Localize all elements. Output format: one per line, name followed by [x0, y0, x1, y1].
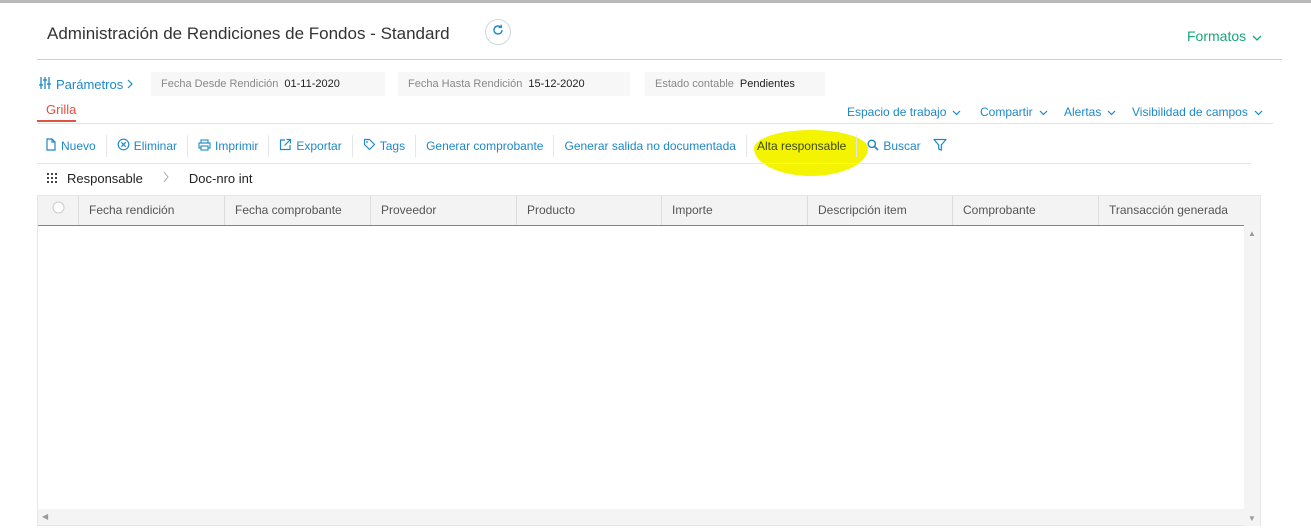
- generar-salida-label: Generar salida no documentada: [564, 139, 736, 153]
- filter-fecha-desde[interactable]: Fecha Desde Rendición 01-11-2020: [151, 72, 385, 96]
- select-all-checkbox[interactable]: [38, 196, 79, 225]
- nuevo-button[interactable]: Nuevo: [37, 135, 107, 157]
- tags-button[interactable]: Tags: [353, 135, 417, 157]
- filter-value: 01-11-2020: [284, 78, 340, 90]
- menu-label: Espacio de trabajo: [847, 105, 947, 119]
- eliminar-button[interactable]: Eliminar: [107, 135, 189, 157]
- column-header[interactable]: Descripción item: [808, 196, 953, 225]
- filter-value: Pendientes: [739, 78, 795, 90]
- chevron-right-icon: [163, 171, 169, 186]
- imprimir-button[interactable]: Imprimir: [188, 135, 270, 157]
- grid-header: Fecha rendición Fecha comprobante Provee…: [38, 196, 1260, 226]
- alta-responsable-button[interactable]: Alta responsable: [747, 135, 858, 157]
- vertical-scrollbar[interactable]: ▲ ▼: [1244, 225, 1260, 526]
- active-tab-indicator: [37, 120, 76, 122]
- sliders-icon: [38, 76, 52, 93]
- page-title: Administración de Rendiciones de Fondos …: [47, 24, 450, 43]
- scroll-down-icon[interactable]: ▼: [1248, 514, 1256, 523]
- alta-responsable-label: Alta responsable: [756, 139, 847, 153]
- menu-visibilidad-de-campos[interactable]: Visibilidad de campos: [1132, 105, 1263, 119]
- data-grid: Fecha rendición Fecha comprobante Provee…: [37, 195, 1261, 526]
- chevron-down-icon: [1039, 105, 1048, 119]
- toolbar: Nuevo Eliminar Imprimir Exportar Tags Ge…: [37, 134, 957, 158]
- radio-circle-icon: [52, 196, 65, 225]
- menu-compartir[interactable]: Compartir: [980, 105, 1048, 119]
- menu-label: Compartir: [980, 105, 1033, 119]
- group-by-bar: Responsable Doc-nro int: [47, 171, 252, 186]
- toolbar-divider: [37, 163, 1251, 164]
- eliminar-label: Eliminar: [133, 139, 178, 153]
- exportar-label: Exportar: [296, 139, 342, 153]
- horizontal-scrollbar[interactable]: ◀: [38, 509, 1244, 525]
- generar-comprobante-label: Generar comprobante: [426, 139, 544, 153]
- group-item-doc-nro-int[interactable]: Doc-nro int: [189, 171, 253, 186]
- scroll-left-icon[interactable]: ◀: [42, 512, 48, 521]
- buscar-label: Buscar: [883, 139, 921, 153]
- filter-value: 15-12-2020: [528, 78, 585, 90]
- printer-icon: [198, 138, 211, 154]
- chevron-right-icon: [127, 77, 134, 92]
- formatos-dropdown[interactable]: Formatos: [1187, 28, 1262, 44]
- column-header[interactable]: Importe: [662, 196, 808, 225]
- nuevo-label: Nuevo: [61, 139, 96, 153]
- menu-alertas[interactable]: Alertas: [1064, 105, 1116, 119]
- filter-label: Fecha Hasta Rendición: [408, 78, 523, 90]
- menu-espacio-de-trabajo[interactable]: Espacio de trabajo: [847, 105, 961, 119]
- filter-icon: [933, 138, 947, 155]
- imprimir-label: Imprimir: [215, 139, 259, 153]
- chevron-down-icon: [952, 105, 961, 119]
- column-header[interactable]: Transacción generada: [1099, 196, 1238, 225]
- tags-label: Tags: [379, 139, 406, 153]
- search-icon: [867, 139, 879, 154]
- new-document-icon: [45, 138, 57, 154]
- column-header[interactable]: Fecha comprobante: [225, 196, 371, 225]
- refresh-button[interactable]: [485, 19, 511, 45]
- parametros-toggle[interactable]: Parámetros: [38, 76, 134, 93]
- column-header[interactable]: Producto: [517, 196, 662, 225]
- tab-grilla[interactable]: Grilla: [46, 102, 76, 117]
- group-item-responsable[interactable]: Responsable: [67, 171, 143, 186]
- filter-label: Estado contable: [655, 78, 734, 90]
- chevron-down-icon: [1107, 105, 1116, 119]
- buscar-button[interactable]: Buscar: [857, 135, 930, 157]
- filter-button[interactable]: [931, 135, 957, 157]
- chevron-down-icon: [1254, 105, 1263, 119]
- column-header[interactable]: Fecha rendición: [79, 196, 225, 225]
- grid-icon: [47, 171, 57, 186]
- menu-label: Visibilidad de campos: [1132, 105, 1248, 119]
- tab-divider: [37, 123, 1273, 124]
- delete-circle-icon: [117, 138, 130, 154]
- tag-icon: [363, 138, 376, 154]
- formatos-label: Formatos: [1187, 28, 1247, 44]
- parametros-label: Parámetros: [56, 77, 124, 92]
- scroll-up-icon[interactable]: ▲: [1248, 229, 1256, 238]
- export-icon: [279, 138, 292, 154]
- generar-salida-button[interactable]: Generar salida no documentada: [554, 135, 747, 157]
- exportar-button[interactable]: Exportar: [269, 135, 353, 157]
- filter-label: Fecha Desde Rendición: [161, 78, 279, 90]
- filter-fecha-hasta[interactable]: Fecha Hasta Rendición 15-12-2020: [398, 72, 630, 96]
- top-border: [0, 0, 1311, 3]
- filter-estado-contable[interactable]: Estado contable Pendientes: [645, 72, 825, 96]
- column-header[interactable]: Proveedor: [371, 196, 517, 225]
- column-header[interactable]: Comprobante: [953, 196, 1099, 225]
- generar-comprobante-button[interactable]: Generar comprobante: [416, 135, 555, 157]
- chevron-down-icon: [1252, 28, 1262, 44]
- header-divider: [37, 59, 1282, 60]
- refresh-icon: [491, 23, 505, 42]
- menu-label: Alertas: [1064, 105, 1102, 119]
